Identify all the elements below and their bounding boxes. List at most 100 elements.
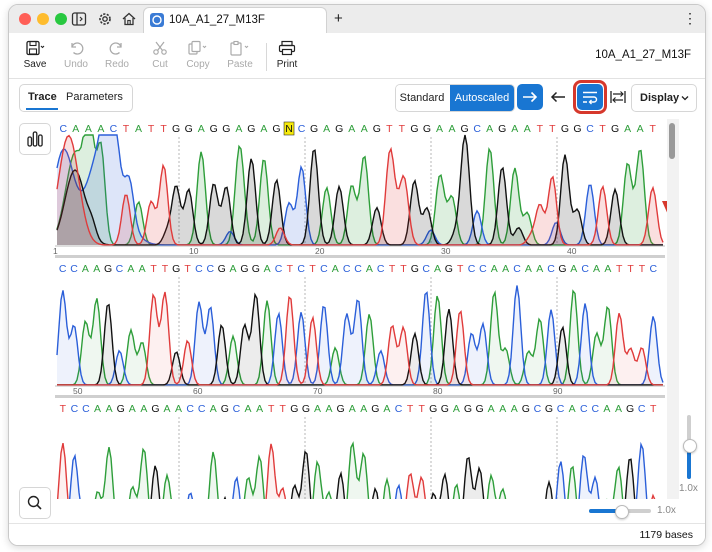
base-call[interactable]: A	[524, 123, 531, 135]
base-call[interactable]: G	[272, 123, 280, 135]
autoscaled-scale-option[interactable]: Autoscaled	[450, 85, 514, 111]
base-call[interactable]: A	[570, 263, 577, 275]
base-call[interactable]: G	[441, 403, 449, 415]
base-call[interactable]: A	[260, 123, 267, 135]
display-dropdown[interactable]: Display	[631, 84, 697, 112]
base-call[interactable]: T	[280, 403, 287, 415]
base-call[interactable]: G	[411, 263, 419, 275]
base-call[interactable]: A	[129, 403, 136, 415]
base-call[interactable]: A	[511, 123, 518, 135]
base-call[interactable]: G	[290, 403, 298, 415]
base-call[interactable]: G	[252, 263, 260, 275]
base-call[interactable]: T	[150, 263, 157, 275]
base-call[interactable]: A	[326, 403, 333, 415]
close-window-button[interactable]	[19, 13, 31, 25]
base-call[interactable]: C	[354, 263, 362, 275]
base-call[interactable]: C	[581, 263, 589, 275]
base-call[interactable]: G	[185, 123, 193, 135]
base-call[interactable]: G	[410, 123, 418, 135]
base-call[interactable]: T	[399, 123, 406, 135]
base-call[interactable]: C	[592, 403, 600, 415]
base-call[interactable]: A	[536, 263, 543, 275]
base-call[interactable]: G	[310, 123, 318, 135]
gear-icon[interactable]	[97, 11, 113, 27]
base-call[interactable]: A	[175, 403, 182, 415]
base-call[interactable]: A	[93, 263, 100, 275]
base-call[interactable]: A	[198, 123, 205, 135]
wrap-lines-button[interactable]	[577, 84, 603, 110]
base-call[interactable]: A	[569, 403, 576, 415]
base-call[interactable]: A	[366, 263, 373, 275]
base-call[interactable]: G	[172, 123, 180, 135]
base-call[interactable]: G	[626, 403, 634, 415]
base-call[interactable]: A	[499, 403, 506, 415]
base-call[interactable]: A	[383, 403, 390, 415]
tab-parameters[interactable]: Parameters	[66, 91, 123, 103]
base-call[interactable]: A	[486, 123, 493, 135]
base-call[interactable]: A	[140, 403, 147, 415]
base-call[interactable]: C	[586, 123, 594, 135]
base-call[interactable]: G	[222, 123, 230, 135]
vertical-zoom-knob[interactable]	[683, 439, 697, 453]
sidebar-toggle-icon[interactable]	[71, 11, 87, 27]
base-call[interactable]: C	[479, 263, 487, 275]
base-call[interactable]: T	[389, 263, 396, 275]
zoom-window-button[interactable]	[55, 13, 67, 25]
forward-strand-button[interactable]	[517, 84, 543, 110]
base-call[interactable]: T	[123, 123, 130, 135]
copy-button[interactable]: Copy	[178, 37, 218, 75]
reverse-strand-button[interactable]	[547, 84, 571, 110]
base-call[interactable]: A	[85, 123, 92, 135]
base-call[interactable]: C	[233, 403, 241, 415]
base-call[interactable]: C	[468, 263, 476, 275]
base-call[interactable]: C	[275, 263, 283, 275]
base-call[interactable]: G	[218, 263, 226, 275]
base-call[interactable]: G	[373, 123, 381, 135]
plus-icon[interactable]: +	[334, 10, 343, 27]
base-call[interactable]: A	[593, 263, 600, 275]
base-call[interactable]: T	[60, 403, 67, 415]
base-call[interactable]: T	[148, 123, 155, 135]
base-call[interactable]: T	[650, 403, 657, 415]
base-call[interactable]: G	[558, 263, 566, 275]
base-call[interactable]: G	[573, 123, 581, 135]
base-call[interactable]: A	[332, 263, 339, 275]
base-call[interactable]: G	[371, 403, 379, 415]
base-call[interactable]: A	[436, 123, 443, 135]
base-call[interactable]: T	[549, 123, 556, 135]
base-call[interactable]: C	[473, 123, 481, 135]
base-call[interactable]: A	[72, 123, 79, 135]
base-call[interactable]: G	[221, 403, 229, 415]
base-call[interactable]: C	[297, 263, 305, 275]
base-call[interactable]: T	[268, 403, 275, 415]
base-call[interactable]: C	[650, 263, 658, 275]
base-call[interactable]: T	[400, 263, 407, 275]
horizontal-zoom-knob[interactable]	[615, 505, 629, 519]
base-call[interactable]: G	[445, 263, 453, 275]
save-button[interactable]: Save	[15, 37, 55, 75]
base-call[interactable]: T	[457, 263, 464, 275]
vertical-scrollbar[interactable]	[667, 119, 679, 499]
standard-scale-option[interactable]: Standard	[396, 85, 448, 111]
base-call[interactable]: T	[418, 403, 425, 415]
base-call[interactable]: C	[82, 403, 90, 415]
cut-button[interactable]: Cut	[140, 37, 180, 75]
base-call[interactable]: T	[407, 403, 414, 415]
base-call[interactable]: G	[429, 403, 437, 415]
base-call[interactable]: A	[230, 263, 237, 275]
base-call[interactable]: C	[377, 263, 385, 275]
base-call[interactable]: T	[627, 263, 634, 275]
base-call[interactable]: A	[82, 263, 89, 275]
base-call[interactable]: C	[534, 403, 542, 415]
base-call[interactable]: C	[557, 403, 565, 415]
base-call[interactable]: T	[162, 263, 169, 275]
base-call[interactable]: A	[511, 403, 518, 415]
base-call[interactable]: A	[488, 403, 495, 415]
base-call[interactable]: A	[615, 403, 622, 415]
base-call[interactable]: A	[323, 123, 330, 135]
base-call[interactable]: A	[361, 123, 368, 135]
base-call[interactable]: C	[298, 123, 306, 135]
base-call[interactable]: A	[163, 403, 170, 415]
base-call[interactable]: A	[637, 123, 644, 135]
base-call[interactable]: G	[117, 403, 125, 415]
